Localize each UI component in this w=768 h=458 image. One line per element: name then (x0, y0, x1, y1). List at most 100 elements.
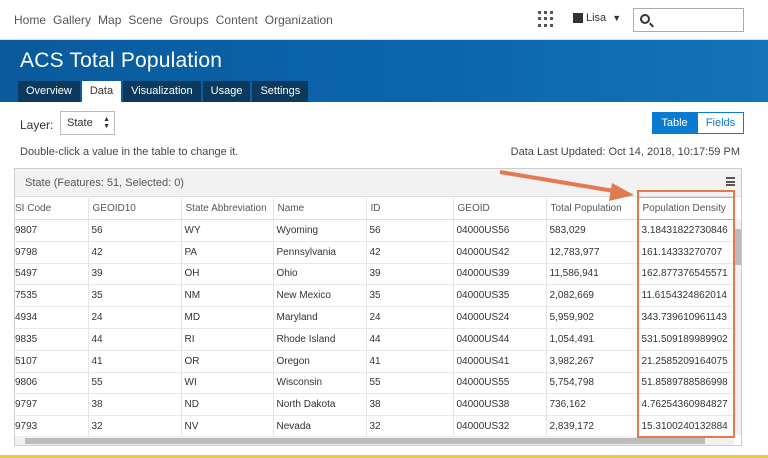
table-cell[interactable]: 04000US55 (453, 372, 547, 395)
table-cell[interactable]: 56 (366, 219, 454, 242)
table-cell[interactable]: Nevada (273, 415, 367, 438)
table-cell[interactable]: OH (181, 263, 274, 286)
tab-usage[interactable]: Usage (202, 81, 251, 102)
table-cell[interactable]: WY (181, 219, 274, 242)
column-header[interactable]: ID (366, 197, 454, 220)
table-cell[interactable]: 04000US41 (453, 350, 547, 373)
user-menu[interactable]: Lisa ▼ (573, 12, 621, 24)
table-cell[interactable]: 04000US24 (453, 306, 547, 329)
table-cell[interactable]: Oregon (273, 350, 367, 373)
table-cell[interactable]: 9798 (15, 241, 89, 264)
table-cell[interactable]: 39 (366, 263, 454, 286)
table-cell[interactable]: NV (181, 415, 274, 438)
table-cell[interactable]: RI (181, 328, 274, 351)
table-cell[interactable]: MD (181, 306, 274, 329)
table-row[interactable]: 7535 35 NM New Mexico 35 04000US35 2,082,669 11… (15, 284, 735, 308)
table-cell[interactable]: 35 (366, 284, 454, 308)
table-cell[interactable]: 9806 (15, 372, 89, 395)
table-cell[interactable]: Ohio (273, 263, 367, 286)
table-cell[interactable]: 24 (366, 306, 454, 329)
table-cell[interactable]: 9807 (15, 219, 89, 242)
table-cell[interactable]: 42 (88, 241, 182, 264)
fields-view-button[interactable]: Fields (697, 112, 744, 134)
table-cell[interactable]: 5,959,902 (546, 306, 639, 329)
table-cell[interactable]: 41 (88, 350, 182, 373)
nav-link-organization[interactable]: Organization (265, 13, 333, 27)
table-cell[interactable]: 04000US32 (453, 415, 547, 438)
tab-settings[interactable]: Settings (252, 81, 309, 102)
table-cell[interactable]: 736,162 (546, 393, 639, 417)
table-view-button[interactable]: Table (652, 112, 697, 134)
table-cell[interactable]: 1,054,491 (546, 328, 639, 351)
table-cell[interactable]: 04000US38 (453, 393, 547, 417)
table-cell[interactable]: 56 (88, 219, 182, 242)
tab-data[interactable]: Data (81, 81, 122, 102)
table-cell[interactable]: 11,586,941 (546, 263, 639, 286)
table-cell[interactable]: 41 (366, 350, 454, 373)
table-cell[interactable]: 38 (366, 393, 454, 417)
table-row[interactable]: 5497 39 OH Ohio 39 04000US39 11,586,941 162.877… (15, 263, 735, 286)
nav-link-gallery[interactable]: Gallery (53, 13, 91, 27)
column-header[interactable]: SI Code (15, 197, 89, 220)
table-cell[interactable]: 39 (88, 263, 182, 286)
table-cell[interactable]: North Dakota (273, 393, 367, 417)
table-cell[interactable]: 4934 (15, 306, 89, 329)
column-header[interactable]: Name (273, 197, 367, 220)
table-cell[interactable]: Maryland (273, 306, 367, 329)
table-cell[interactable]: 9793 (15, 415, 89, 438)
table-cell[interactable]: 44 (366, 328, 454, 351)
table-cell[interactable]: Rhode Island (273, 328, 367, 351)
column-header[interactable]: Total Population (546, 197, 639, 220)
table-cell[interactable]: 04000US44 (453, 328, 547, 351)
table-cell[interactable]: Wisconsin (273, 372, 367, 395)
table-cell[interactable]: 9835 (15, 328, 89, 351)
grid-menu-icon[interactable] (726, 177, 735, 186)
table-cell[interactable]: ND (181, 393, 274, 417)
table-cell[interactable]: 24 (88, 306, 182, 329)
table-cell[interactable]: Wyoming (273, 219, 367, 242)
horizontal-scrollbar[interactable] (15, 436, 734, 445)
nav-link-home[interactable]: Home (14, 13, 46, 27)
table-cell[interactable]: 04000US42 (453, 241, 547, 264)
table-cell[interactable]: 55 (88, 372, 182, 395)
table-cell[interactable]: 42 (366, 241, 454, 264)
table-cell[interactable]: 32 (88, 415, 182, 438)
table-cell[interactable]: 5497 (15, 263, 89, 286)
table-cell[interactable]: 35 (88, 284, 182, 308)
table-row[interactable]: 9835 44 RI Rhode Island 44 04000US44 1,054,491… (15, 328, 735, 351)
column-header[interactable]: State Abbreviation (181, 197, 274, 220)
table-cell[interactable]: 5107 (15, 350, 89, 373)
table-cell[interactable]: Pennsylvania (273, 241, 367, 264)
tab-visualization[interactable]: Visualization (123, 81, 201, 102)
vertical-scrollbar[interactable] (734, 219, 741, 435)
table-cell[interactable]: 44 (88, 328, 182, 351)
table-cell[interactable]: 04000US39 (453, 263, 547, 286)
table-cell[interactable]: 38 (88, 393, 182, 417)
nav-link-content[interactable]: Content (216, 13, 258, 27)
table-row[interactable]: 4934 24 MD Maryland 24 04000US24 5,959,902 343.… (15, 306, 735, 329)
table-row[interactable]: 9797 38 ND North Dakota 38 04000US38 736,162 4.… (15, 393, 735, 417)
table-row[interactable]: 5107 41 OR Oregon 41 04000US41 3,982,267 21.258… (15, 350, 735, 373)
table-cell[interactable]: 32 (366, 415, 454, 438)
table-cell[interactable]: 04000US56 (453, 219, 547, 242)
nav-link-map[interactable]: Map (98, 13, 121, 27)
table-row[interactable]: 9807 56 WY Wyoming 56 04000US56 583,029 3.18431… (15, 219, 735, 242)
table-row[interactable]: 9806 55 WI Wisconsin 55 04000US55 5,754,798 51.… (15, 372, 735, 395)
apps-grid-icon[interactable] (538, 11, 554, 27)
table-row[interactable]: 9793 32 NV Nevada 32 04000US32 2,839,172 15.310… (15, 415, 735, 438)
tab-overview[interactable]: Overview (18, 81, 80, 102)
table-cell[interactable]: PA (181, 241, 274, 264)
table-cell[interactable]: 2,082,669 (546, 284, 639, 308)
column-header[interactable]: GEOID10 (88, 197, 182, 220)
table-cell[interactable]: 5,754,798 (546, 372, 639, 395)
table-cell[interactable]: WI (181, 372, 274, 395)
table-cell[interactable]: 12,783,977 (546, 241, 639, 264)
column-header[interactable]: GEOID (453, 197, 547, 220)
search-input[interactable] (633, 8, 744, 32)
table-cell[interactable]: 55 (366, 372, 454, 395)
table-cell[interactable]: 04000US35 (453, 284, 547, 308)
table-row[interactable]: 9798 42 PA Pennsylvania 42 04000US42 12,783,97… (15, 241, 735, 264)
layer-select[interactable]: State ▲ ▼ (60, 111, 115, 135)
table-cell[interactable]: 2,839,172 (546, 415, 639, 438)
nav-link-groups[interactable]: Groups (169, 13, 208, 27)
